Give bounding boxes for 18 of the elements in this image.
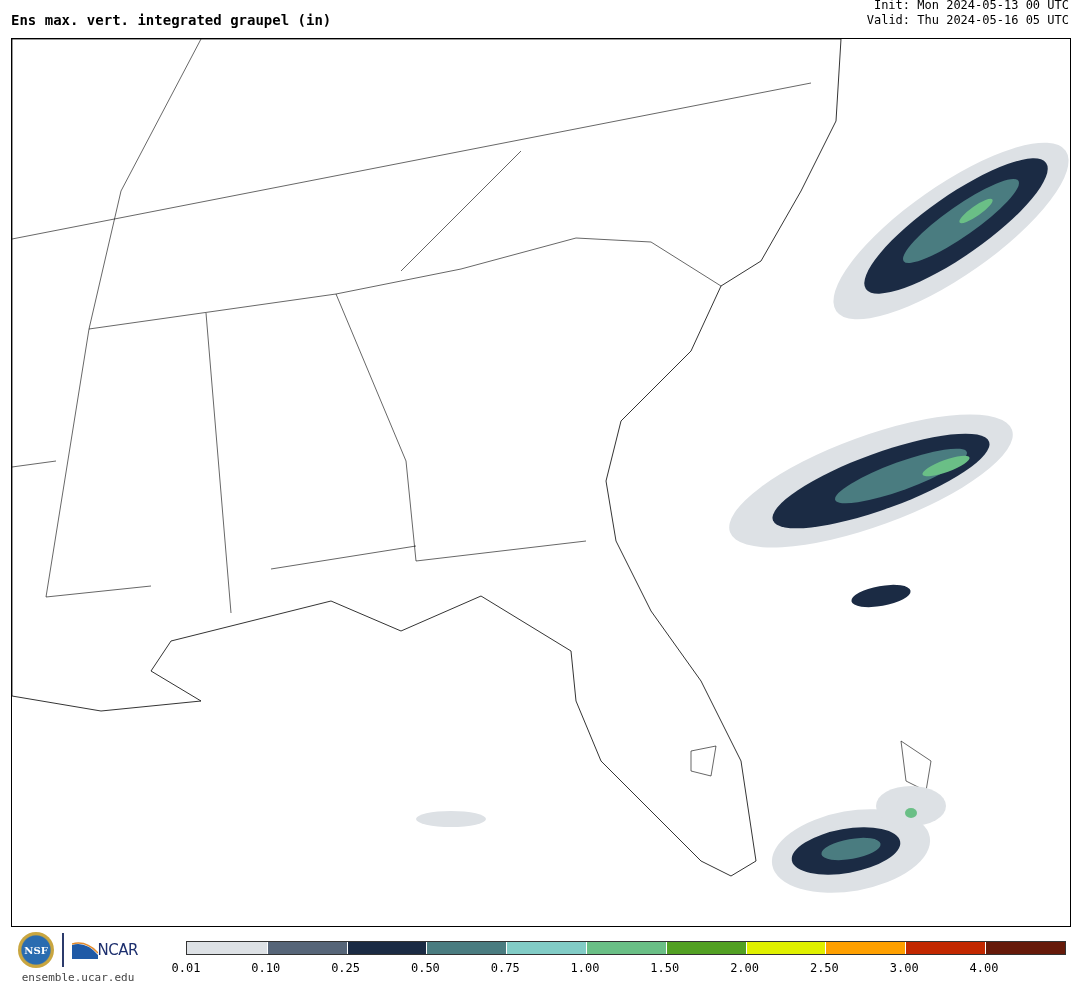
chart-title: Ens max. vert. integrated graupel (in) (11, 12, 332, 28)
tick-label: 2.50 (808, 961, 840, 975)
tick-label: 0.10 (250, 961, 282, 975)
tick-label: 0.50 (409, 961, 441, 975)
init-time: Init: Mon 2024-05-13 00 UTC (873, 0, 1069, 13)
swoosh-icon (71, 941, 98, 959)
tick-label: 4.00 (968, 961, 1000, 975)
valid-time: Valid: Thu 2024-05-16 05 UTC (866, 13, 1069, 28)
tick-label: 0.25 (330, 961, 362, 975)
tick-label: 1.50 (649, 961, 681, 975)
website-url: ensemble.ucar.edu (21, 971, 135, 984)
nsf-logo: NSF (18, 932, 55, 968)
tick-label: 0.75 (489, 961, 521, 975)
ncar-logo-text: NCAR (97, 941, 138, 959)
tick-label: 3.00 (888, 961, 920, 975)
tick-label: 1.00 (569, 961, 601, 975)
tick-label: 2.00 (729, 961, 761, 975)
tick-label: 0.01 (170, 961, 202, 975)
